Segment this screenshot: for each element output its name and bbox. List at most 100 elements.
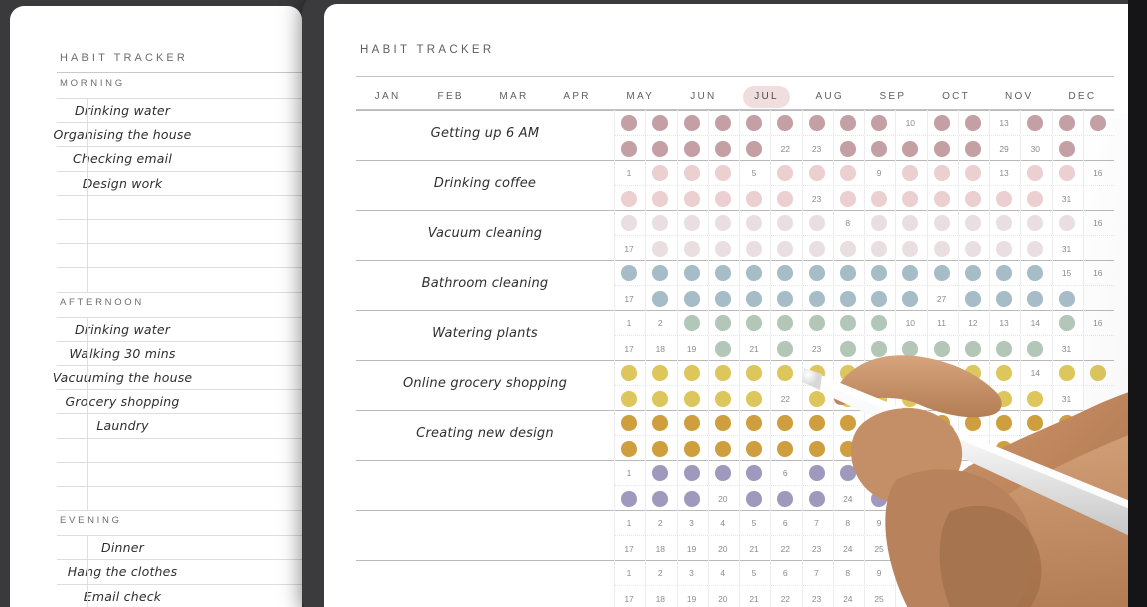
- habit-cell[interactable]: [957, 460, 987, 485]
- habit-cell[interactable]: [739, 186, 768, 211]
- habit-dot[interactable]: [871, 390, 888, 407]
- habit-dot[interactable]: [808, 414, 825, 431]
- habit-row[interactable]: Watering plants 1 2 10 11 12 13 14 16 17 18 19 21 23 3…: [356, 310, 1114, 361]
- habit-cell[interactable]: [1051, 286, 1081, 311]
- habit-cell[interactable]: 1: [614, 310, 643, 335]
- habit-cell[interactable]: [707, 236, 737, 261]
- habit-dot[interactable]: [714, 414, 731, 431]
- habit-cell[interactable]: [1082, 436, 1112, 461]
- habit-dot[interactable]: [1027, 290, 1044, 307]
- habit-subrow-top[interactable]: 1 2 10 11 12 13 14 16: [614, 310, 1114, 335]
- habit-cell[interactable]: [926, 386, 956, 411]
- habit-cell[interactable]: 30: [1020, 536, 1049, 561]
- habit-cell[interactable]: 31: [1051, 586, 1081, 607]
- left-task-item[interactable]: Vacuuming the house: [10, 370, 235, 385]
- habit-dot[interactable]: [1089, 364, 1106, 381]
- habit-dot[interactable]: [808, 290, 825, 307]
- habit-cell[interactable]: 13: [989, 560, 1018, 585]
- habit-cell[interactable]: 22: [770, 386, 799, 411]
- habit-cell[interactable]: 16: [1082, 160, 1112, 185]
- habit-cell[interactable]: [1020, 260, 1049, 285]
- habit-subrow-top[interactable]: 15 16: [614, 260, 1114, 285]
- habit-dot[interactable]: [839, 164, 856, 181]
- left-task-item[interactable]: Hang the clothes: [10, 564, 235, 579]
- habit-cell[interactable]: [957, 160, 987, 185]
- left-task-item[interactable]: Dinner: [10, 540, 235, 555]
- habit-cell[interactable]: [676, 436, 706, 461]
- habit-cell[interactable]: [676, 310, 706, 335]
- habit-cell[interactable]: [676, 486, 706, 511]
- habit-cell[interactable]: [895, 436, 924, 461]
- habit-dot[interactable]: [964, 114, 981, 131]
- habit-cell[interactable]: [1082, 236, 1112, 261]
- habit-cell[interactable]: 5: [739, 560, 768, 585]
- habit-row[interactable]: Creating new design 31: [356, 410, 1114, 461]
- habit-cell[interactable]: [864, 210, 893, 235]
- habit-cell[interactable]: [926, 160, 956, 185]
- habit-dot[interactable]: [714, 440, 731, 457]
- habit-cell[interactable]: [676, 460, 706, 485]
- habit-dot[interactable]: [683, 440, 700, 457]
- habit-cell[interactable]: 20: [707, 586, 737, 607]
- habit-row[interactable]: Bathroom cleaning 15 16 17 27: [356, 260, 1114, 311]
- habit-dot[interactable]: [652, 164, 669, 181]
- habit-cell[interactable]: [707, 136, 737, 161]
- habit-cell[interactable]: 1: [614, 510, 643, 535]
- habit-cell[interactable]: [989, 460, 1018, 485]
- habit-cell[interactable]: [895, 260, 924, 285]
- habit-dot[interactable]: [1027, 264, 1044, 281]
- habit-cell[interactable]: [957, 486, 987, 511]
- habit-cell[interactable]: 9: [864, 560, 893, 585]
- habit-dot[interactable]: [746, 190, 763, 207]
- habit-cell[interactable]: [895, 286, 924, 311]
- habit-cell[interactable]: [770, 410, 799, 435]
- habit-dot[interactable]: [964, 440, 981, 457]
- habit-cell[interactable]: [707, 336, 737, 361]
- habit-cell[interactable]: 13: [989, 510, 1018, 535]
- habit-cell[interactable]: 5: [739, 160, 768, 185]
- habit-cell[interactable]: 17: [614, 536, 643, 561]
- habit-dot[interactable]: [746, 390, 763, 407]
- habit-dot[interactable]: [1058, 214, 1075, 231]
- habit-dot[interactable]: [652, 240, 669, 257]
- habit-cell[interactable]: 27: [926, 536, 956, 561]
- habit-cell[interactable]: [770, 436, 799, 461]
- habit-dot[interactable]: [621, 414, 638, 431]
- habit-cell[interactable]: 26: [895, 586, 924, 607]
- habit-cell[interactable]: [1051, 136, 1081, 161]
- habit-cell[interactable]: 28: [957, 536, 987, 561]
- habit-dot[interactable]: [683, 114, 700, 131]
- habit-cell[interactable]: [832, 436, 862, 461]
- habit-cell[interactable]: [926, 410, 956, 435]
- habit-dot[interactable]: [621, 140, 638, 157]
- habit-cell[interactable]: [864, 186, 893, 211]
- left-task-item[interactable]: Drinking water: [10, 103, 235, 118]
- habit-dot[interactable]: [933, 340, 950, 357]
- habit-cell[interactable]: [1020, 286, 1049, 311]
- habit-cell[interactable]: 22: [770, 136, 799, 161]
- habit-cell[interactable]: 6: [770, 560, 799, 585]
- habit-cell[interactable]: [676, 360, 706, 385]
- habit-dot[interactable]: [746, 240, 763, 257]
- habit-dot[interactable]: [714, 214, 731, 231]
- habit-cell[interactable]: 4: [707, 510, 737, 535]
- habit-cell[interactable]: 13: [989, 310, 1018, 335]
- habit-cells[interactable]: 1 2 10 11 12 13 14 16 17 18 19 21 23 31: [614, 310, 1114, 361]
- habit-cell[interactable]: 17: [614, 586, 643, 607]
- habit-cell[interactable]: [1020, 486, 1049, 511]
- habit-cell[interactable]: 22: [770, 536, 799, 561]
- habit-dot[interactable]: [996, 190, 1013, 207]
- habit-cell[interactable]: [1020, 460, 1049, 485]
- habit-cell[interactable]: 25: [864, 586, 893, 607]
- habit-dot[interactable]: [839, 290, 856, 307]
- habit-cell[interactable]: 16: [1082, 560, 1112, 585]
- habit-dot[interactable]: [683, 490, 700, 507]
- habit-dot[interactable]: [652, 364, 669, 381]
- habit-subrow-bottom[interactable]: 17 27: [614, 285, 1114, 311]
- habit-cell[interactable]: 21: [739, 586, 768, 607]
- habit-dot[interactable]: [839, 264, 856, 281]
- habit-cell[interactable]: 6: [770, 510, 799, 535]
- habit-cell[interactable]: [864, 410, 893, 435]
- habit-dot[interactable]: [1058, 464, 1075, 481]
- habit-dot[interactable]: [964, 464, 981, 481]
